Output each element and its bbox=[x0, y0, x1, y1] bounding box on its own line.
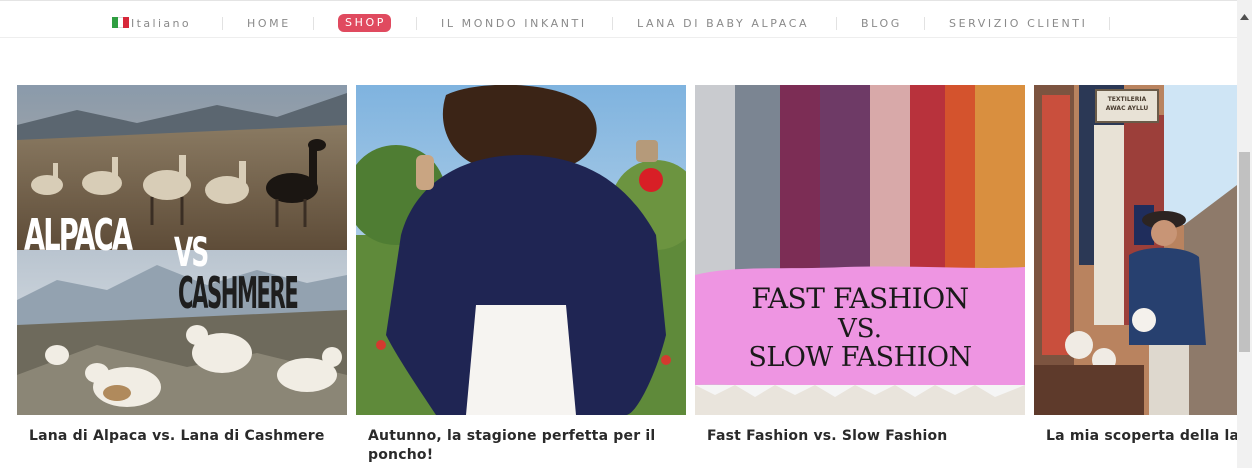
nav-item-shop[interactable]: SHOP bbox=[338, 14, 391, 32]
alpaca-vs-cashmere-photo[interactable]: ALPACA VS CASHMERE bbox=[17, 85, 347, 415]
nav-separator bbox=[612, 17, 613, 30]
image-overlay-fast-fashion: FAST FASHION bbox=[751, 282, 969, 315]
woman-at-market-photo[interactable]: TEXTILERIA AWAC AYLLU bbox=[1034, 85, 1237, 415]
nav-separator bbox=[1109, 17, 1110, 30]
scrollbar-thumb[interactable] bbox=[1239, 152, 1250, 352]
nav-item-lana-di-baby-alpaca[interactable]: LANA DI BABY ALPACA bbox=[637, 0, 809, 38]
card-title[interactable]: La mia scoperta della lana di alpaca bbox=[1046, 427, 1237, 446]
market-sign-text: TEXTILERIA AWAC AYLLU bbox=[1105, 96, 1149, 112]
card-title[interactable]: Fast Fashion vs. Slow Fashion bbox=[707, 427, 1017, 446]
nav-separator bbox=[416, 17, 417, 30]
nav-separator bbox=[836, 17, 837, 30]
top-navigation-bar: Italiano HOME SHOP IL MONDO INKANTI LANA… bbox=[0, 0, 1237, 38]
card-title[interactable]: Autunno, la stagione perfetta per il pon… bbox=[368, 427, 678, 465]
nav-item-home[interactable]: HOME bbox=[247, 0, 291, 38]
language-selector[interactable]: Italiano bbox=[131, 0, 191, 38]
nav-item-blog[interactable]: BLOG bbox=[861, 0, 902, 38]
nav-separator bbox=[222, 17, 223, 30]
card-title[interactable]: Lana di Alpaca vs. Lana di Cashmere bbox=[29, 427, 339, 446]
blog-card[interactable]: TEXTILERIA AWAC AYLLU La mia scoperta de… bbox=[1034, 85, 1237, 468]
hanging-scarves-photo[interactable]: FAST FASHION VS. SLOW FASHION bbox=[695, 85, 1025, 415]
woman-in-navy-poncho-photo[interactable] bbox=[356, 85, 686, 415]
nav-separator bbox=[924, 17, 925, 30]
nav-item-il-mondo-inkanti[interactable]: IL MONDO INKANTI bbox=[441, 0, 587, 38]
nav-separator bbox=[313, 17, 314, 30]
nav-item-servizio-clienti[interactable]: SERVIZIO CLIENTI bbox=[949, 0, 1087, 38]
italian-flag-icon[interactable] bbox=[112, 17, 130, 28]
image-overlay-cashmere: CASHMERE bbox=[178, 268, 299, 319]
image-overlay-slow-fashion: SLOW FASHION bbox=[748, 342, 972, 373]
main-nav: Italiano HOME SHOP IL MONDO INKANTI LANA… bbox=[0, 0, 1237, 38]
scroll-up-arrow-icon[interactable] bbox=[1237, 10, 1252, 24]
image-overlay-alpaca: ALPACA bbox=[24, 210, 133, 261]
image-overlay-vs: VS. bbox=[838, 314, 882, 344]
